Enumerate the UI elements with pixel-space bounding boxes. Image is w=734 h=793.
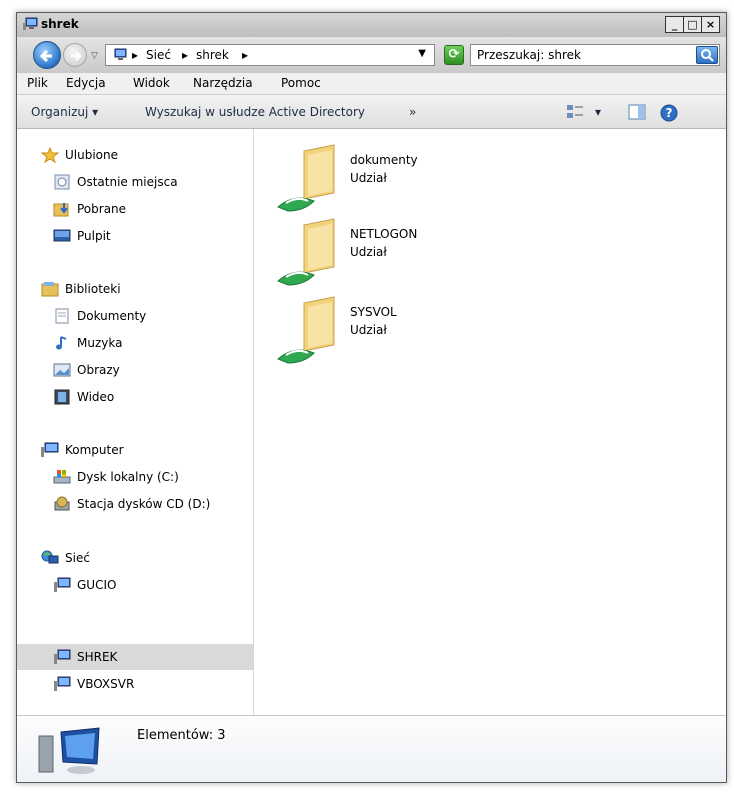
nav-documents[interactable]: Dokumenty bbox=[17, 303, 253, 329]
nav-music[interactable]: Muzyka bbox=[17, 330, 253, 356]
item-count: Elementów: 3 bbox=[137, 728, 226, 743]
history-dropdown-icon[interactable]: ▽ bbox=[91, 51, 98, 61]
shared-folder-icon bbox=[277, 218, 335, 286]
help-icon[interactable]: ? bbox=[659, 103, 679, 123]
back-arrow-icon bbox=[39, 49, 52, 63]
content-pane: dokumenty Udział NETLOGON Udział SYSVOL … bbox=[254, 129, 726, 715]
documents-icon bbox=[55, 308, 69, 324]
nav-downloads[interactable]: Pobrane bbox=[17, 196, 253, 222]
network-computer-icon bbox=[54, 649, 71, 664]
maximize-button[interactable]: □ bbox=[683, 16, 702, 33]
nav-cd-drive[interactable]: Stacja dysków CD (D:) bbox=[17, 491, 253, 517]
libraries-icon bbox=[41, 282, 59, 297]
share-item-sysvol[interactable]: SYSVOL Udział bbox=[274, 293, 574, 365]
desktop-icon bbox=[53, 229, 71, 242]
network-computer-icon bbox=[114, 48, 127, 60]
network-globe-icon bbox=[41, 550, 59, 564]
breadcrumb-shrek[interactable]: shrek bbox=[196, 48, 229, 62]
explorer-window: shrek _ □ × ▽ ▸ Sieć ▸ shrek ▸ ▼ ⟳ Przes… bbox=[16, 12, 727, 783]
nav-favorites[interactable]: Ulubione bbox=[17, 142, 253, 168]
video-icon bbox=[54, 389, 70, 405]
close-button[interactable]: × bbox=[701, 16, 720, 33]
music-icon bbox=[56, 336, 67, 350]
menu-view[interactable]: Widok bbox=[133, 76, 170, 90]
breadcrumb-network[interactable]: Sieć bbox=[146, 48, 171, 62]
cd-drive-icon bbox=[54, 496, 70, 511]
star-icon bbox=[41, 147, 59, 163]
recent-places-icon bbox=[54, 174, 70, 190]
preview-pane-icon[interactable] bbox=[627, 103, 647, 121]
nav-network-gucio[interactable]: GUCIO bbox=[17, 572, 253, 598]
nav-recent-places[interactable]: Ostatnie miejsca bbox=[17, 169, 253, 195]
menu-file[interactable]: Plik bbox=[27, 76, 48, 90]
share-type: Udział bbox=[350, 245, 387, 259]
nav-computer[interactable]: Komputer bbox=[17, 437, 253, 463]
pictures-icon bbox=[53, 363, 71, 377]
crumb-separator-icon[interactable]: ▸ bbox=[242, 48, 248, 62]
navigation-pane: Ulubione Ostatnie miejsca Pobrane Pulpit bbox=[17, 129, 254, 715]
nav-desktop[interactable]: Pulpit bbox=[17, 223, 253, 249]
nav-video[interactable]: Wideo bbox=[17, 384, 253, 410]
network-computer-icon bbox=[54, 577, 71, 592]
command-bar: Organizuj ▾ Wyszukaj w usłudze Active Di… bbox=[17, 95, 726, 129]
share-item-netlogon[interactable]: NETLOGON Udział bbox=[274, 215, 574, 287]
details-pane: Elementów: 3 bbox=[17, 715, 726, 782]
nav-network[interactable]: Sieć bbox=[17, 545, 253, 571]
share-name: dokumenty bbox=[350, 153, 418, 167]
address-bar[interactable]: ▸ Sieć ▸ shrek ▸ ▼ bbox=[105, 44, 435, 66]
title-bar[interactable]: shrek _ □ × bbox=[17, 13, 726, 37]
crumb-separator-icon[interactable]: ▸ bbox=[132, 48, 138, 62]
back-button[interactable] bbox=[33, 41, 61, 69]
share-item-dokumenty[interactable]: dokumenty Udział bbox=[274, 141, 574, 213]
network-computer-icon bbox=[38, 727, 100, 774]
window-title: shrek bbox=[41, 17, 79, 31]
computer-icon bbox=[41, 442, 59, 457]
search-input[interactable]: Przeszukaj: shrek bbox=[470, 44, 720, 66]
more-commands-button[interactable]: » bbox=[409, 105, 416, 119]
shared-folder-icon bbox=[277, 144, 335, 212]
network-computer-icon bbox=[23, 17, 38, 30]
refresh-button[interactable]: ⟳ bbox=[444, 45, 464, 65]
menu-edit[interactable]: Edycja bbox=[66, 76, 106, 90]
nav-network-vboxsvr[interactable]: VBOXSVR bbox=[17, 671, 253, 697]
svg-text:?: ? bbox=[666, 106, 673, 120]
refresh-icon: ⟳ bbox=[448, 47, 460, 62]
minimize-button[interactable]: _ bbox=[665, 16, 684, 33]
hard-drive-icon bbox=[53, 470, 71, 484]
network-computer-icon bbox=[54, 676, 71, 691]
forward-button[interactable] bbox=[63, 43, 87, 67]
crumb-separator-icon[interactable]: ▸ bbox=[182, 48, 188, 62]
address-dropdown-icon[interactable]: ▼ bbox=[418, 48, 426, 59]
view-options-icon[interactable] bbox=[565, 103, 585, 121]
forward-arrow-icon bbox=[71, 51, 82, 61]
menu-tools[interactable]: Narzędzia bbox=[193, 76, 253, 90]
search-active-directory-button[interactable]: Wyszukaj w usłudze Active Directory bbox=[145, 105, 365, 119]
menu-help[interactable]: Pomoc bbox=[281, 76, 321, 90]
share-type: Udział bbox=[350, 323, 387, 337]
nav-local-disk[interactable]: Dysk lokalny (C:) bbox=[17, 464, 253, 490]
organize-button[interactable]: Organizuj ▾ bbox=[31, 105, 98, 119]
share-name: SYSVOL bbox=[350, 305, 397, 319]
nav-pictures[interactable]: Obrazy bbox=[17, 357, 253, 383]
view-dropdown-icon[interactable]: ▾ bbox=[595, 105, 601, 119]
menu-bar: Plik Edycja Widok Narzędzia Pomoc bbox=[17, 73, 726, 95]
search-text: Przeszukaj: shrek bbox=[477, 48, 581, 62]
nav-network-shrek[interactable]: SHREK bbox=[17, 644, 253, 670]
search-icon bbox=[701, 49, 714, 62]
share-name: NETLOGON bbox=[350, 227, 418, 241]
address-row: ▽ ▸ Sieć ▸ shrek ▸ ▼ ⟳ Przeszukaj: shrek bbox=[17, 37, 726, 73]
search-button[interactable] bbox=[696, 46, 718, 64]
shared-folder-icon bbox=[277, 296, 335, 364]
downloads-icon bbox=[53, 203, 69, 217]
share-type: Udział bbox=[350, 171, 387, 185]
nav-libraries[interactable]: Biblioteki bbox=[17, 276, 253, 302]
